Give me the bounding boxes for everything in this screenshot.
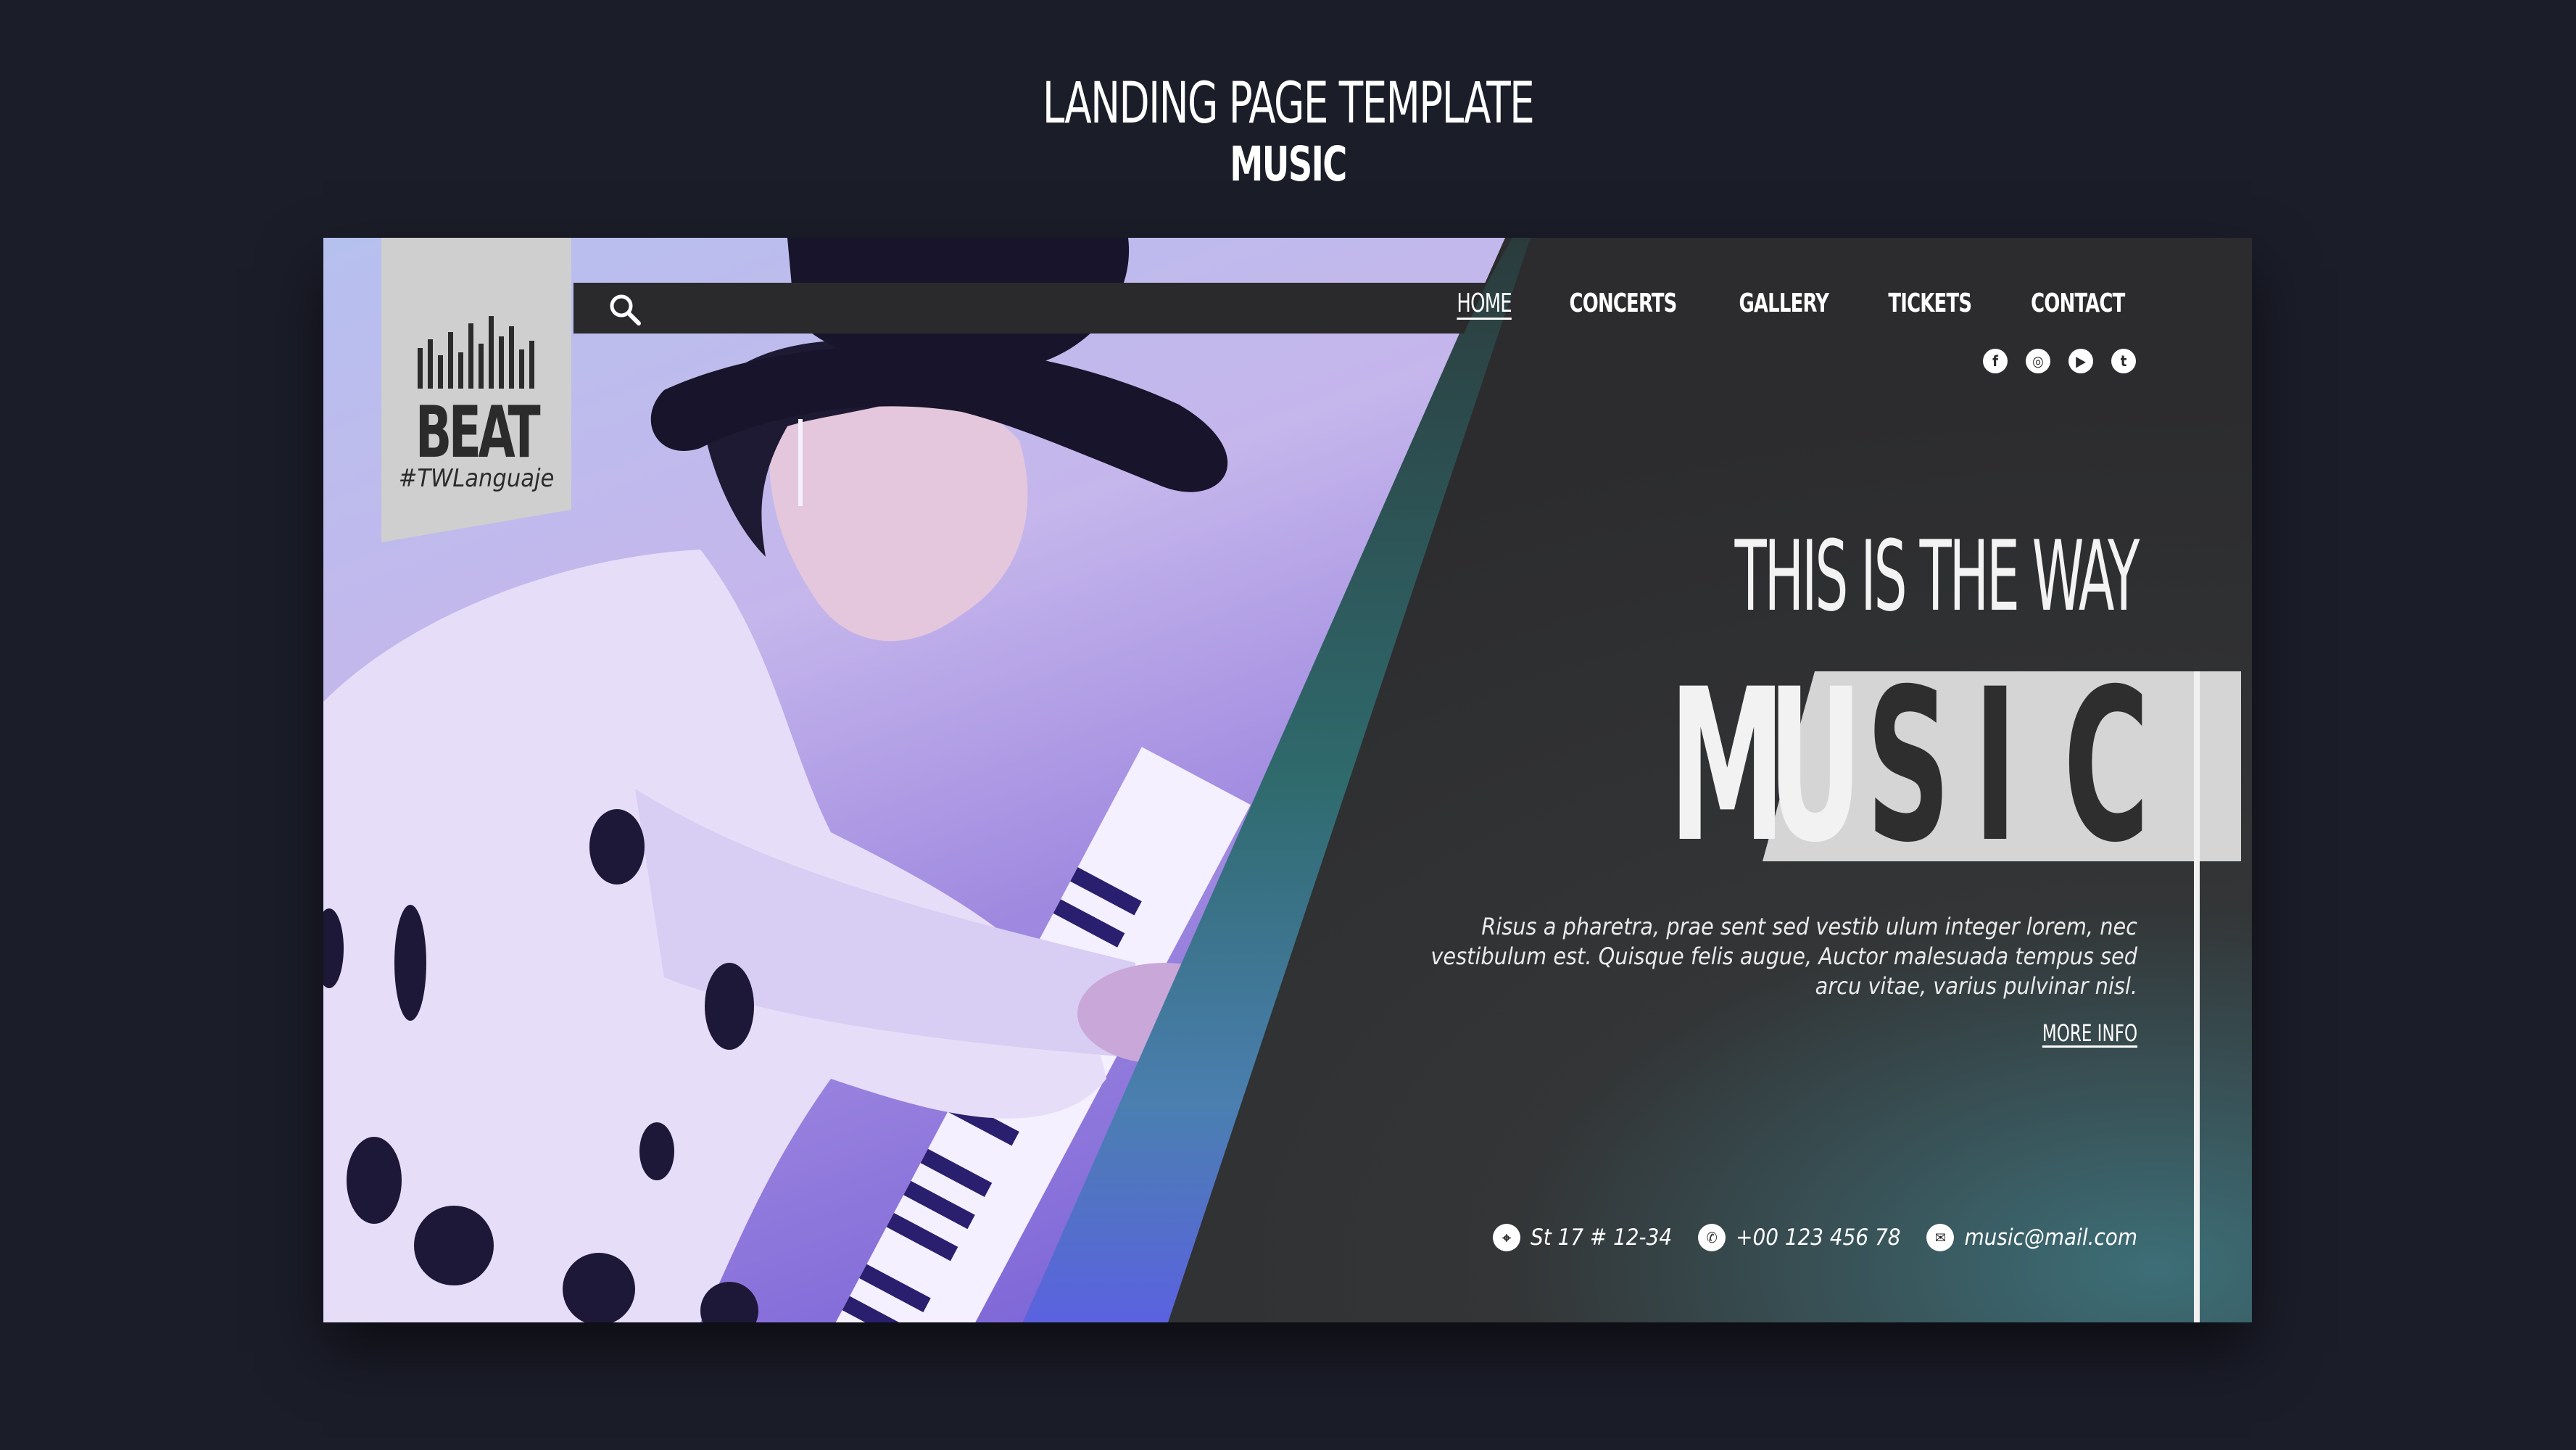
contact-phone[interactable]: ✆ +00 123 456 78 — [1698, 1224, 1900, 1251]
contact-email[interactable]: ✉ music@mail.com — [1926, 1224, 2137, 1251]
location-pin-icon: ⌖ — [1493, 1224, 1521, 1251]
landing-card: BEAT #TWLanguaje HOME CONCERTS GALLERY T… — [323, 238, 2252, 1322]
mail-icon: ✉ — [1926, 1224, 1955, 1251]
hero-letter: U — [1767, 645, 1863, 889]
address-text: St 17 # 12-34 — [1531, 1225, 1673, 1251]
nav-gallery[interactable]: GALLERY — [1739, 289, 1829, 318]
page-subheading: MUSIC — [1230, 136, 1347, 192]
hero-letter: M — [1668, 645, 1786, 889]
social-links: f ◎ ▶ t — [1983, 349, 2136, 373]
hero-letter: I — [1973, 645, 2018, 889]
nav-home[interactable]: HOME — [1457, 289, 1512, 318]
email-text: music@mail.com — [1964, 1225, 2137, 1251]
twitter-icon[interactable]: t — [2111, 349, 2136, 373]
facebook-icon[interactable]: f — [1983, 349, 2008, 373]
search-icon[interactable] — [607, 291, 643, 328]
hero-letter: S — [1865, 645, 1951, 889]
nav-contact[interactable]: CONTACT — [2032, 289, 2126, 318]
nav-concerts[interactable]: CONCERTS — [1570, 289, 1678, 318]
main-nav: HOME CONCERTS GALLERY TICKETS CONTACT — [1450, 289, 2137, 318]
phone-text: +00 123 456 78 — [1736, 1225, 1901, 1251]
brand-logo[interactable]: BEAT #TWLanguaje — [381, 238, 571, 542]
hero-description: Risus a pharetra, prae sent sed vestib u… — [1430, 913, 2137, 1000]
instagram-icon[interactable]: ◎ — [2026, 349, 2050, 373]
page-heading: LANDING PAGE TEMPLATE — [1042, 71, 1535, 136]
youtube-icon[interactable]: ▶ — [2068, 349, 2093, 373]
hero-tagline: THIS IS THE WAY — [1734, 520, 2140, 633]
nav-tickets[interactable]: TICKETS — [1888, 289, 1972, 318]
logo-tagline: #TWLanguaje — [398, 464, 555, 493]
vertical-divider — [2194, 671, 2200, 1322]
more-info-link[interactable]: MORE INFO — [2042, 1019, 2137, 1047]
hero-title: M U S I C — [1650, 645, 2150, 889]
hero-letter: C — [2063, 645, 2150, 889]
contact-address: ⌖ St 17 # 12-34 — [1493, 1224, 1672, 1251]
search-bar[interactable] — [573, 283, 1487, 334]
contact-info: ⌖ St 17 # 12-34 ✆ +00 123 456 78 ✉ music… — [1493, 1224, 2137, 1251]
phone-icon: ✆ — [1698, 1224, 1726, 1251]
logo-word: BEAT — [415, 392, 541, 474]
equalizer-icon — [418, 316, 534, 389]
